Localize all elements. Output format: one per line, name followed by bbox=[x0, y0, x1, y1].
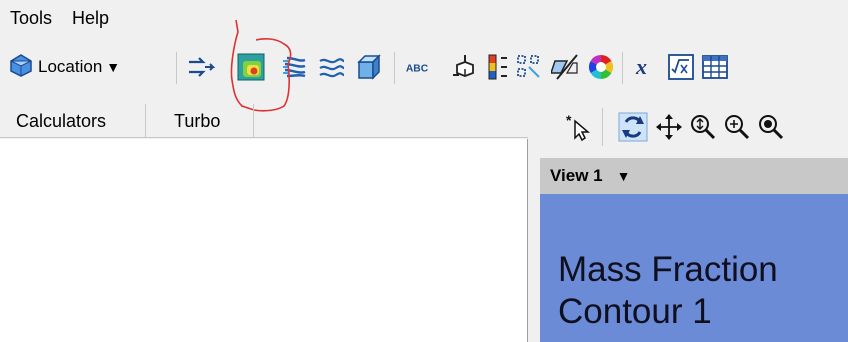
main-toolbar: Location ▼ ABC x bbox=[0, 44, 848, 92]
view-header[interactable]: View 1 ▼ bbox=[540, 158, 848, 194]
legend-icon[interactable] bbox=[484, 52, 514, 82]
chevron-down-icon[interactable]: ▼ bbox=[617, 168, 631, 184]
fit-view-icon[interactable] bbox=[754, 110, 788, 144]
toolbar-separator bbox=[394, 52, 395, 84]
tab-calculators[interactable]: Calculators bbox=[0, 104, 146, 138]
view-title: View 1 bbox=[550, 166, 603, 185]
volume-box-icon[interactable] bbox=[354, 52, 384, 82]
menu-bar: Tools Help bbox=[0, 0, 848, 36]
location-icon bbox=[8, 52, 34, 83]
toolbar-separator bbox=[602, 108, 603, 146]
clip-plane-icon[interactable] bbox=[550, 52, 580, 82]
streamline-icon[interactable] bbox=[280, 52, 310, 82]
svg-text:*: * bbox=[566, 112, 572, 128]
pan-icon[interactable] bbox=[652, 110, 686, 144]
contour-icon[interactable] bbox=[236, 52, 266, 82]
menu-help[interactable]: Help bbox=[62, 0, 119, 36]
zoom-icon[interactable] bbox=[720, 110, 754, 144]
panel-content bbox=[0, 139, 528, 342]
insert-arrows-icon[interactable] bbox=[186, 52, 216, 82]
toolbar-separator bbox=[622, 52, 623, 84]
left-panel: Calculators Turbo bbox=[0, 104, 528, 342]
view-area[interactable]: Mass Fraction Contour 1 bbox=[540, 194, 848, 342]
text-label-icon[interactable]: ABC bbox=[404, 52, 434, 82]
table-icon[interactable] bbox=[700, 52, 730, 82]
vector-field-icon[interactable] bbox=[316, 52, 346, 82]
menu-tools[interactable]: Tools bbox=[0, 0, 62, 36]
svg-text:x: x bbox=[635, 54, 647, 79]
variable-icon[interactable]: x bbox=[632, 52, 662, 82]
color-wheel-icon[interactable] bbox=[586, 52, 616, 82]
polyline-icon[interactable] bbox=[514, 52, 544, 82]
chevron-down-icon: ▼ bbox=[106, 59, 121, 75]
abc-text: ABC bbox=[406, 64, 429, 75]
tab-turbo[interactable]: Turbo bbox=[146, 104, 254, 138]
location-button[interactable]: Location ▼ bbox=[8, 52, 120, 82]
zoom-box-icon[interactable] bbox=[686, 110, 720, 144]
view-label-variable: Mass Fraction bbox=[558, 250, 778, 289]
probe-icon[interactable] bbox=[450, 52, 480, 82]
location-label: Location bbox=[38, 57, 103, 76]
rotate-icon[interactable] bbox=[616, 110, 650, 144]
expression-icon[interactable] bbox=[666, 52, 696, 82]
toolbar-separator bbox=[176, 52, 177, 84]
view-label-object: Contour 1 bbox=[558, 292, 712, 331]
select-icon[interactable]: * bbox=[562, 110, 596, 144]
tab-bar: Calculators Turbo bbox=[0, 104, 528, 138]
viewer-toolbar: * bbox=[540, 100, 848, 156]
